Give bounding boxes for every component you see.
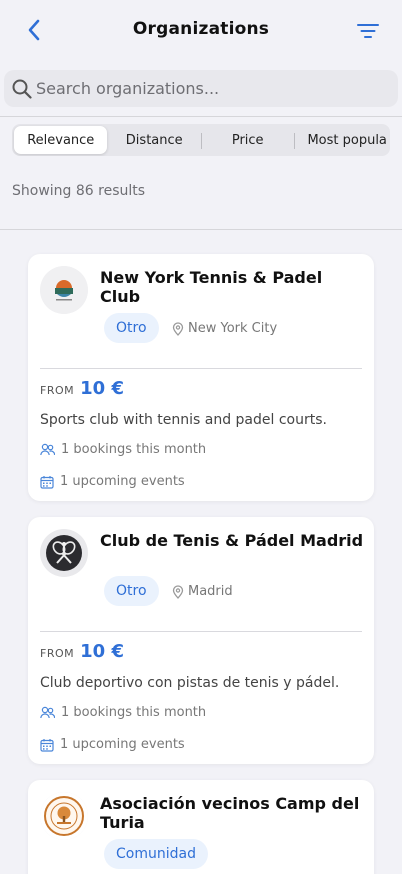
price-value: 10 € [80,378,124,399]
tennis-club-logo-icon [40,266,88,314]
card-divider [40,631,362,632]
sort-option-relevance[interactable]: Relevance [14,126,108,154]
organization-card[interactable]: New York Tennis & Padel Club Otro New Yo… [28,254,374,501]
results-count: Showing 86 results [12,183,146,199]
crossed-rackets-logo-icon [40,529,88,577]
organization-description: Club deportivo con pistas de tenis y pád… [40,675,340,691]
category-tag: Otro [104,313,159,343]
page-title: Organizations [132,19,270,39]
filter-button[interactable] [356,19,380,43]
organization-card[interactable]: Asociación vecinos Camp del Turia Comuni… [28,780,374,874]
category-tag: Otro [104,576,159,606]
sort-option-price[interactable]: Price [200,126,294,154]
sort-option-most-popular[interactable]: Most popula [294,126,388,154]
bookings-stat: 1 bookings this month [40,442,206,457]
events-stat: 1 upcoming events [40,474,185,489]
organization-logo [40,266,88,314]
bookings-label: 1 bookings this month [61,442,207,457]
bookings-label: 1 bookings this month [61,705,207,720]
price-value: 10 € [80,641,124,662]
price-row: FROM 10 € [40,378,124,399]
events-label: 1 upcoming events [60,737,185,752]
category-tag: Comunidad [104,839,208,869]
filter-lines-icon [357,24,379,38]
divider [0,116,402,117]
events-stat: 1 upcoming events [40,737,185,752]
map-pin-icon [172,321,184,336]
calendar-icon [40,738,54,752]
location-label: Madrid [188,584,233,599]
divider [0,229,402,230]
sort-segmented-control: Relevance Distance Price Most popula [12,124,390,156]
sort-option-distance[interactable]: Distance [107,126,200,154]
card-divider [40,368,362,369]
organization-location: Madrid [172,584,233,599]
bookings-stat: 1 bookings this month [40,705,206,720]
organization-name: New York Tennis & Padel Club [100,268,323,306]
price-prefix: FROM [40,384,75,397]
calendar-icon [40,475,54,489]
price-row: FROM 10 € [40,641,124,662]
organization-name: Club de Tenis & Pádel Madrid [100,531,364,550]
events-label: 1 upcoming events [60,474,185,489]
search-icon [12,79,32,99]
organization-card[interactable]: Club de Tenis & Pádel Madrid Otro Madrid… [28,517,374,764]
search-input[interactable] [36,79,376,98]
organization-logo [40,792,88,840]
users-icon [40,706,55,719]
organization-name: Asociación vecinos Camp del Turia [100,794,360,832]
organization-description: Sports club with tennis and padel courts… [40,412,327,428]
organization-location: New York City [172,321,277,336]
price-prefix: FROM [40,647,75,660]
top-bar: Organizations [0,0,402,60]
search-bar[interactable] [4,70,398,107]
users-icon [40,443,55,456]
location-label: New York City [188,321,278,336]
map-pin-icon [172,584,184,599]
organization-logo [40,529,88,577]
neighborhood-association-logo-icon [40,792,88,840]
